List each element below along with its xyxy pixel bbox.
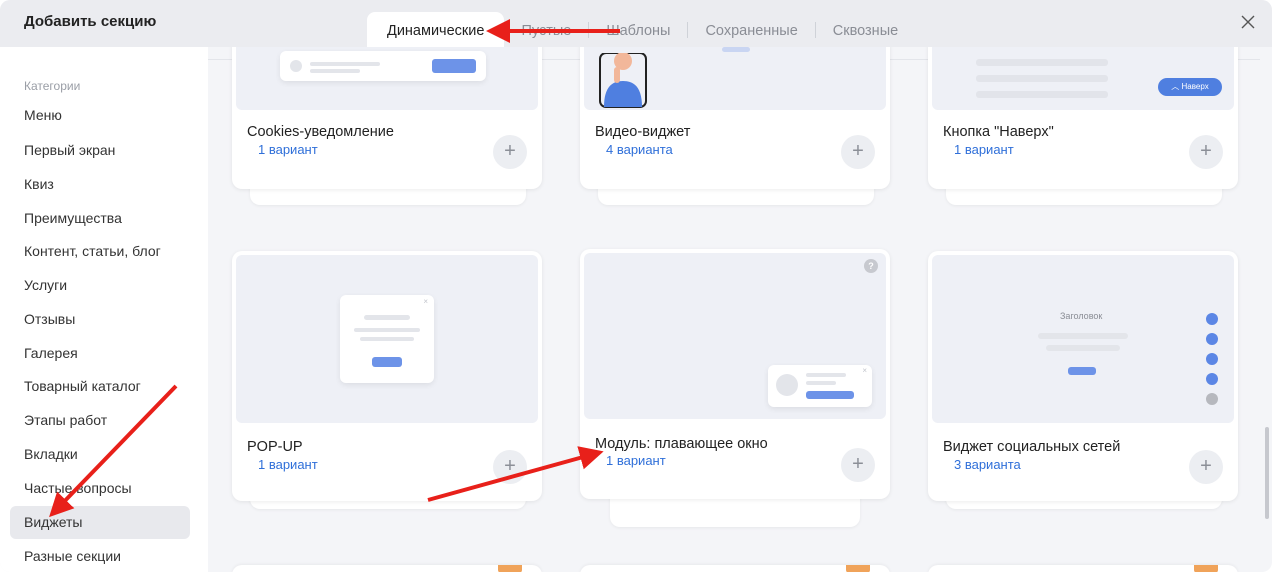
dialog-title: Добавить секцию xyxy=(24,13,157,30)
section-grid: Cookies-уведомление 1 вариант + Видео-ви… xyxy=(208,47,1260,572)
card-variants-link[interactable]: 3 варианта xyxy=(954,457,1021,472)
card-title: Видео-виджет xyxy=(595,124,691,140)
sidebar-item-gallery[interactable]: Галерея xyxy=(10,337,190,370)
card-preview: ︿ Наверх xyxy=(932,47,1234,110)
preview-button-label: Наверх xyxy=(1181,82,1209,91)
pro-badge xyxy=(498,565,522,572)
card-preview xyxy=(584,47,886,110)
card-title: POP-UP xyxy=(247,439,303,455)
card-title: Кнопка "Наверх" xyxy=(943,124,1054,140)
telegram-icon xyxy=(1206,353,1218,365)
preview-cookie-banner xyxy=(280,51,486,81)
add-section-button[interactable]: + xyxy=(493,450,527,484)
sidebar-item-reviews[interactable]: Отзывы xyxy=(10,303,190,336)
preview-back-to-top-button: ︿ Наверх xyxy=(1158,78,1222,96)
close-icon xyxy=(1206,393,1218,405)
card-title: Виджет социальных сетей xyxy=(943,439,1121,455)
tab-dynamic[interactable]: Динамические xyxy=(367,12,505,47)
video-person-icon xyxy=(599,53,647,108)
preview-heading: Заголовок xyxy=(1060,311,1103,321)
sidebar-item-widgets[interactable]: Виджеты xyxy=(10,506,190,539)
sidebar-item-menu[interactable]: Меню xyxy=(10,99,190,132)
card-title: Модуль: плавающее окно xyxy=(595,436,768,452)
card-variants-link[interactable]: 1 вариант xyxy=(258,457,318,472)
card-preview: Заголовок xyxy=(932,255,1234,423)
tab-empty[interactable]: Пустые xyxy=(504,12,588,47)
close-button[interactable] xyxy=(1238,12,1258,32)
card-variants-link[interactable]: 1 вариант xyxy=(258,142,318,157)
sidebar-item-first-screen[interactable]: Первый экран xyxy=(10,134,190,167)
section-card-cookies[interactable]: Cookies-уведомление 1 вариант + xyxy=(232,47,542,189)
card-preview xyxy=(236,47,538,110)
sidebar-item-catalog[interactable]: Товарный каталог xyxy=(10,370,190,403)
close-icon xyxy=(1241,15,1255,29)
sidebar-item-content-blog[interactable]: Контент, статьи, блог xyxy=(10,235,190,268)
tab-global[interactable]: Сквозные xyxy=(816,12,915,47)
section-card-floating-window[interactable]: ? × Модуль: плавающее окно 1 вариант + xyxy=(580,249,890,499)
sidebar-item-tabs[interactable]: Вкладки xyxy=(10,438,190,471)
whatsapp-icon xyxy=(1206,333,1218,345)
viber-icon xyxy=(1206,313,1218,325)
sidebar-item-advantages[interactable]: Преимущества xyxy=(10,202,190,235)
dialog-header: Добавить секцию Динамические Пустые Шабл… xyxy=(0,0,1272,47)
preview-floating-window: × xyxy=(768,365,872,407)
pro-badge xyxy=(846,565,870,572)
tab-saved[interactable]: Сохраненные xyxy=(688,12,814,47)
sidebar-item-misc[interactable]: Разные секции xyxy=(10,540,190,572)
chevron-up-icon: ︿ xyxy=(1171,82,1180,91)
scroll-thumb[interactable] xyxy=(1265,427,1269,519)
card-preview: × xyxy=(236,255,538,423)
add-section-button[interactable]: + xyxy=(841,135,875,169)
sidebar-item-quiz[interactable]: Квиз xyxy=(10,168,190,201)
section-card-partial[interactable] xyxy=(928,565,1238,572)
add-section-button[interactable]: + xyxy=(493,135,527,169)
card-variants-link[interactable]: 4 варианта xyxy=(606,142,673,157)
card-variants-link[interactable]: 1 вариант xyxy=(954,142,1014,157)
tab-templates[interactable]: Шаблоны xyxy=(589,12,687,47)
sidebar-item-work-stages[interactable]: Этапы работ xyxy=(10,404,190,437)
tab-bar: Динамические Пустые Шаблоны Сохраненные … xyxy=(367,12,915,47)
section-card-popup[interactable]: × POP-UP 1 вариант + xyxy=(232,251,542,501)
help-icon[interactable]: ? xyxy=(864,259,878,273)
add-section-button[interactable]: + xyxy=(1189,450,1223,484)
content-scrollbar[interactable] xyxy=(1262,47,1272,572)
preview-popup-window: × xyxy=(340,295,434,383)
card-preview: ? × xyxy=(584,253,886,419)
section-card-partial[interactable] xyxy=(232,565,542,572)
add-section-button[interactable]: + xyxy=(841,448,875,482)
section-card-social-widget[interactable]: Заголовок Виджет социальных сетей 3 вари… xyxy=(928,251,1238,501)
pro-badge xyxy=(1194,565,1218,572)
add-section-button[interactable]: + xyxy=(1189,135,1223,169)
add-section-dialog: Добавить секцию Динамические Пустые Шабл… xyxy=(0,0,1272,572)
sidebar-item-services[interactable]: Услуги xyxy=(10,269,190,302)
card-title: Cookies-уведомление xyxy=(247,124,394,140)
section-card-video-widget[interactable]: Видео-виджет 4 варианта + xyxy=(580,47,890,189)
sidebar-item-faq[interactable]: Частые вопросы xyxy=(10,472,190,505)
card-variants-link[interactable]: 1 вариант xyxy=(606,453,666,468)
vk-icon xyxy=(1206,373,1218,385)
category-sidebar: Категории Меню Первый экран Квиз Преимущ… xyxy=(0,47,208,572)
section-card-back-to-top[interactable]: ︿ Наверх Кнопка "Наверх" 1 вариант + xyxy=(928,47,1238,189)
section-card-partial[interactable] xyxy=(580,565,890,572)
categories-heading: Категории xyxy=(24,79,81,93)
